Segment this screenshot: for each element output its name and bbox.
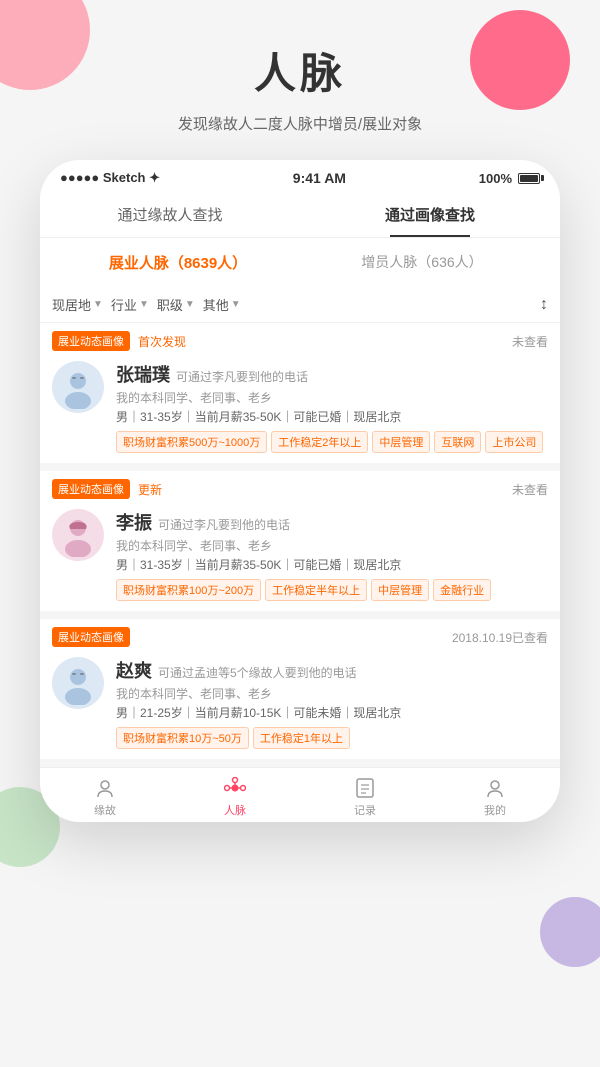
- filter-location[interactable]: 现居地 ▼: [52, 295, 103, 314]
- person-card-2[interactable]: 展业动态画像 2018.10.19已查看 赵爽 可通过孟迪: [40, 619, 560, 759]
- filter-industry[interactable]: 行业 ▼: [111, 295, 149, 314]
- header-section: 人脉 发现缘故人二度人脉中增员/展业对象: [0, 0, 600, 154]
- nav-label-jilu: 记录: [354, 802, 376, 818]
- card-body-1: 李振 可通过李凡要到他的电话 我的本科同学、老同事、老乡 男｜31-35岁｜当前…: [40, 503, 560, 611]
- filter-industry-arrow: ▼: [139, 299, 149, 310]
- card-header-2: 展业动态画像 2018.10.19已查看: [40, 619, 560, 651]
- nav-label-renmai: 人脉: [224, 802, 246, 818]
- tag-1-2: 中层管理: [371, 579, 429, 601]
- nav-icon-me: [483, 776, 507, 800]
- person-card-0[interactable]: 展业动态画像 首次发现 未查看 张瑞璞 可: [40, 323, 560, 463]
- filter-other-arrow: ▼: [231, 299, 241, 310]
- tag-1-0: 职场财富积累100万~200万: [116, 579, 261, 601]
- person-card-1[interactable]: 展业动态画像 更新 未查看 李振 可通过李凡要到他的电话: [40, 471, 560, 611]
- person-detail-0: 男｜31-35岁｜当前月薪35-50K｜可能已婚｜现居北京: [116, 408, 548, 425]
- person-list: 展业动态画像 首次发现 未查看 张瑞璞 可: [40, 323, 560, 767]
- nav-renmai[interactable]: 人脉: [170, 776, 300, 818]
- nav-icon-yuangu: [93, 776, 117, 800]
- avatar-icon-1: [56, 513, 100, 557]
- card-badge-1: 展业动态画像: [52, 479, 130, 499]
- card-time-2: 2018.10.19已查看: [452, 629, 548, 646]
- sort-button[interactable]: ↕: [540, 296, 548, 314]
- tag-0-4: 上市公司: [485, 431, 543, 453]
- tag-1-1: 工作稳定半年以上: [265, 579, 367, 601]
- tab-yuangu[interactable]: 通过缘故人查找: [40, 192, 300, 237]
- avatar-1: [52, 509, 104, 561]
- tag-0-0: 职场财富积累500万~1000万: [116, 431, 267, 453]
- card-header-0: 展业动态画像 首次发现 未查看: [40, 323, 560, 355]
- status-bar: ●●●●● Sketch ✦ 9:41 AM 100%: [40, 160, 560, 192]
- tab-huaxiang[interactable]: 通过画像查找: [300, 192, 560, 237]
- sub-tab-zengyuan[interactable]: 增员人脉（636人）: [300, 248, 544, 277]
- filter-other[interactable]: 其他 ▼: [203, 295, 241, 314]
- filter-level[interactable]: 职级 ▼: [157, 295, 195, 314]
- nav-jilu[interactable]: 记录: [300, 776, 430, 818]
- avatar-icon-2: [56, 661, 100, 705]
- filter-level-arrow: ▼: [185, 299, 195, 310]
- tag-0-1: 工作稳定2年以上: [271, 431, 368, 453]
- avatar-icon-0: [56, 365, 100, 409]
- nav-label-me: 我的: [484, 802, 506, 818]
- nav-icon-jilu: [353, 776, 377, 800]
- phone-mockup: ●●●●● Sketch ✦ 9:41 AM 100% 通过缘故人查找 通过画像…: [40, 160, 560, 822]
- battery-icon: [518, 173, 540, 184]
- person-name-2: 赵爽: [116, 657, 152, 683]
- card-body-0: 张瑞璞 可通过李凡要到他的电话 我的本科同学、老同事、老乡 男｜31-35岁｜当…: [40, 355, 560, 463]
- card-time-0: 未查看: [512, 333, 548, 350]
- card-body-2: 赵爽 可通过孟迪等5个缘故人要到他的电话 我的本科同学、老同事、老乡 男｜21-…: [40, 651, 560, 759]
- nav-yuangu[interactable]: 缘故: [40, 776, 170, 818]
- person-connection-1: 可通过李凡要到他的电话: [158, 516, 290, 533]
- filter-bar: 现居地 ▼ 行业 ▼ 职级 ▼ 其他 ▼ ↕: [40, 287, 560, 323]
- name-row-0: 张瑞璞 可通过李凡要到他的电话: [116, 361, 548, 387]
- person-detail-2: 男｜21-25岁｜当前月薪10-15K｜可能未婚｜现居北京: [116, 704, 548, 721]
- card-info-0: 张瑞璞 可通过李凡要到他的电话 我的本科同学、老同事、老乡 男｜31-35岁｜当…: [116, 361, 548, 453]
- avatar-0: [52, 361, 104, 413]
- tags-row-0: 职场财富积累500万~1000万 工作稳定2年以上 中层管理 互联网 上市公司: [116, 431, 548, 453]
- nav-me[interactable]: 我的: [430, 776, 560, 818]
- status-time: 9:41 AM: [293, 170, 346, 186]
- name-row-2: 赵爽 可通过孟迪等5个缘故人要到他的电话: [116, 657, 548, 683]
- tag-0-2: 中层管理: [372, 431, 430, 453]
- card-badge-0: 展业动态画像: [52, 331, 130, 351]
- tag-1-3: 金融行业: [433, 579, 491, 601]
- person-desc-0: 我的本科同学、老同事、老乡: [116, 389, 548, 406]
- nav-icon-renmai: [223, 776, 247, 800]
- person-desc-2: 我的本科同学、老同事、老乡: [116, 685, 548, 702]
- person-desc-1: 我的本科同学、老同事、老乡: [116, 537, 548, 554]
- tag-2-0: 职场财富积累10万~50万: [116, 727, 249, 749]
- person-name-1: 李振: [116, 509, 152, 535]
- bottom-nav: 缘故 人脉: [40, 767, 560, 822]
- sub-tab-bar: 展业人脉（8639人） 增员人脉（636人）: [40, 238, 560, 287]
- page-title: 人脉: [0, 40, 600, 101]
- filter-location-arrow: ▼: [93, 299, 103, 310]
- tag-0-3: 互联网: [434, 431, 481, 453]
- tags-row-2: 职场财富积累10万~50万 工作稳定1年以上: [116, 727, 548, 749]
- battery-percent: 100%: [479, 171, 512, 186]
- card-time-1: 未查看: [512, 481, 548, 498]
- card-badge-2: 展业动态画像: [52, 627, 130, 647]
- person-detail-1: 男｜31-35岁｜当前月薪35-50K｜可能已婚｜现居北京: [116, 556, 548, 573]
- person-connection-2: 可通过孟迪等5个缘故人要到他的电话: [158, 664, 357, 681]
- person-connection-0: 可通过李凡要到他的电话: [176, 368, 308, 385]
- person-name-0: 张瑞璞: [116, 361, 170, 387]
- status-right: 100%: [479, 171, 540, 186]
- tag-2-1: 工作稳定1年以上: [253, 727, 350, 749]
- tags-row-1: 职场财富积累100万~200万 工作稳定半年以上 中层管理 金融行业: [116, 579, 548, 601]
- sub-tab-zhanye[interactable]: 展业人脉（8639人）: [56, 248, 300, 277]
- main-tab-bar: 通过缘故人查找 通过画像查找: [40, 192, 560, 238]
- name-row-1: 李振 可通过李凡要到他的电话: [116, 509, 548, 535]
- card-header-1: 展业动态画像 更新 未查看: [40, 471, 560, 503]
- nav-label-yuangu: 缘故: [94, 802, 116, 818]
- card-badge-label-0: 首次发现: [138, 333, 186, 350]
- card-badge-label-1: 更新: [138, 481, 162, 498]
- card-info-1: 李振 可通过李凡要到他的电话 我的本科同学、老同事、老乡 男｜31-35岁｜当前…: [116, 509, 548, 601]
- avatar-2: [52, 657, 104, 709]
- bg-decoration-purple: [540, 897, 600, 967]
- page-subtitle: 发现缘故人二度人脉中增员/展业对象: [0, 113, 600, 134]
- card-info-2: 赵爽 可通过孟迪等5个缘故人要到他的电话 我的本科同学、老同事、老乡 男｜21-…: [116, 657, 548, 749]
- status-left: ●●●●● Sketch ✦: [60, 170, 160, 186]
